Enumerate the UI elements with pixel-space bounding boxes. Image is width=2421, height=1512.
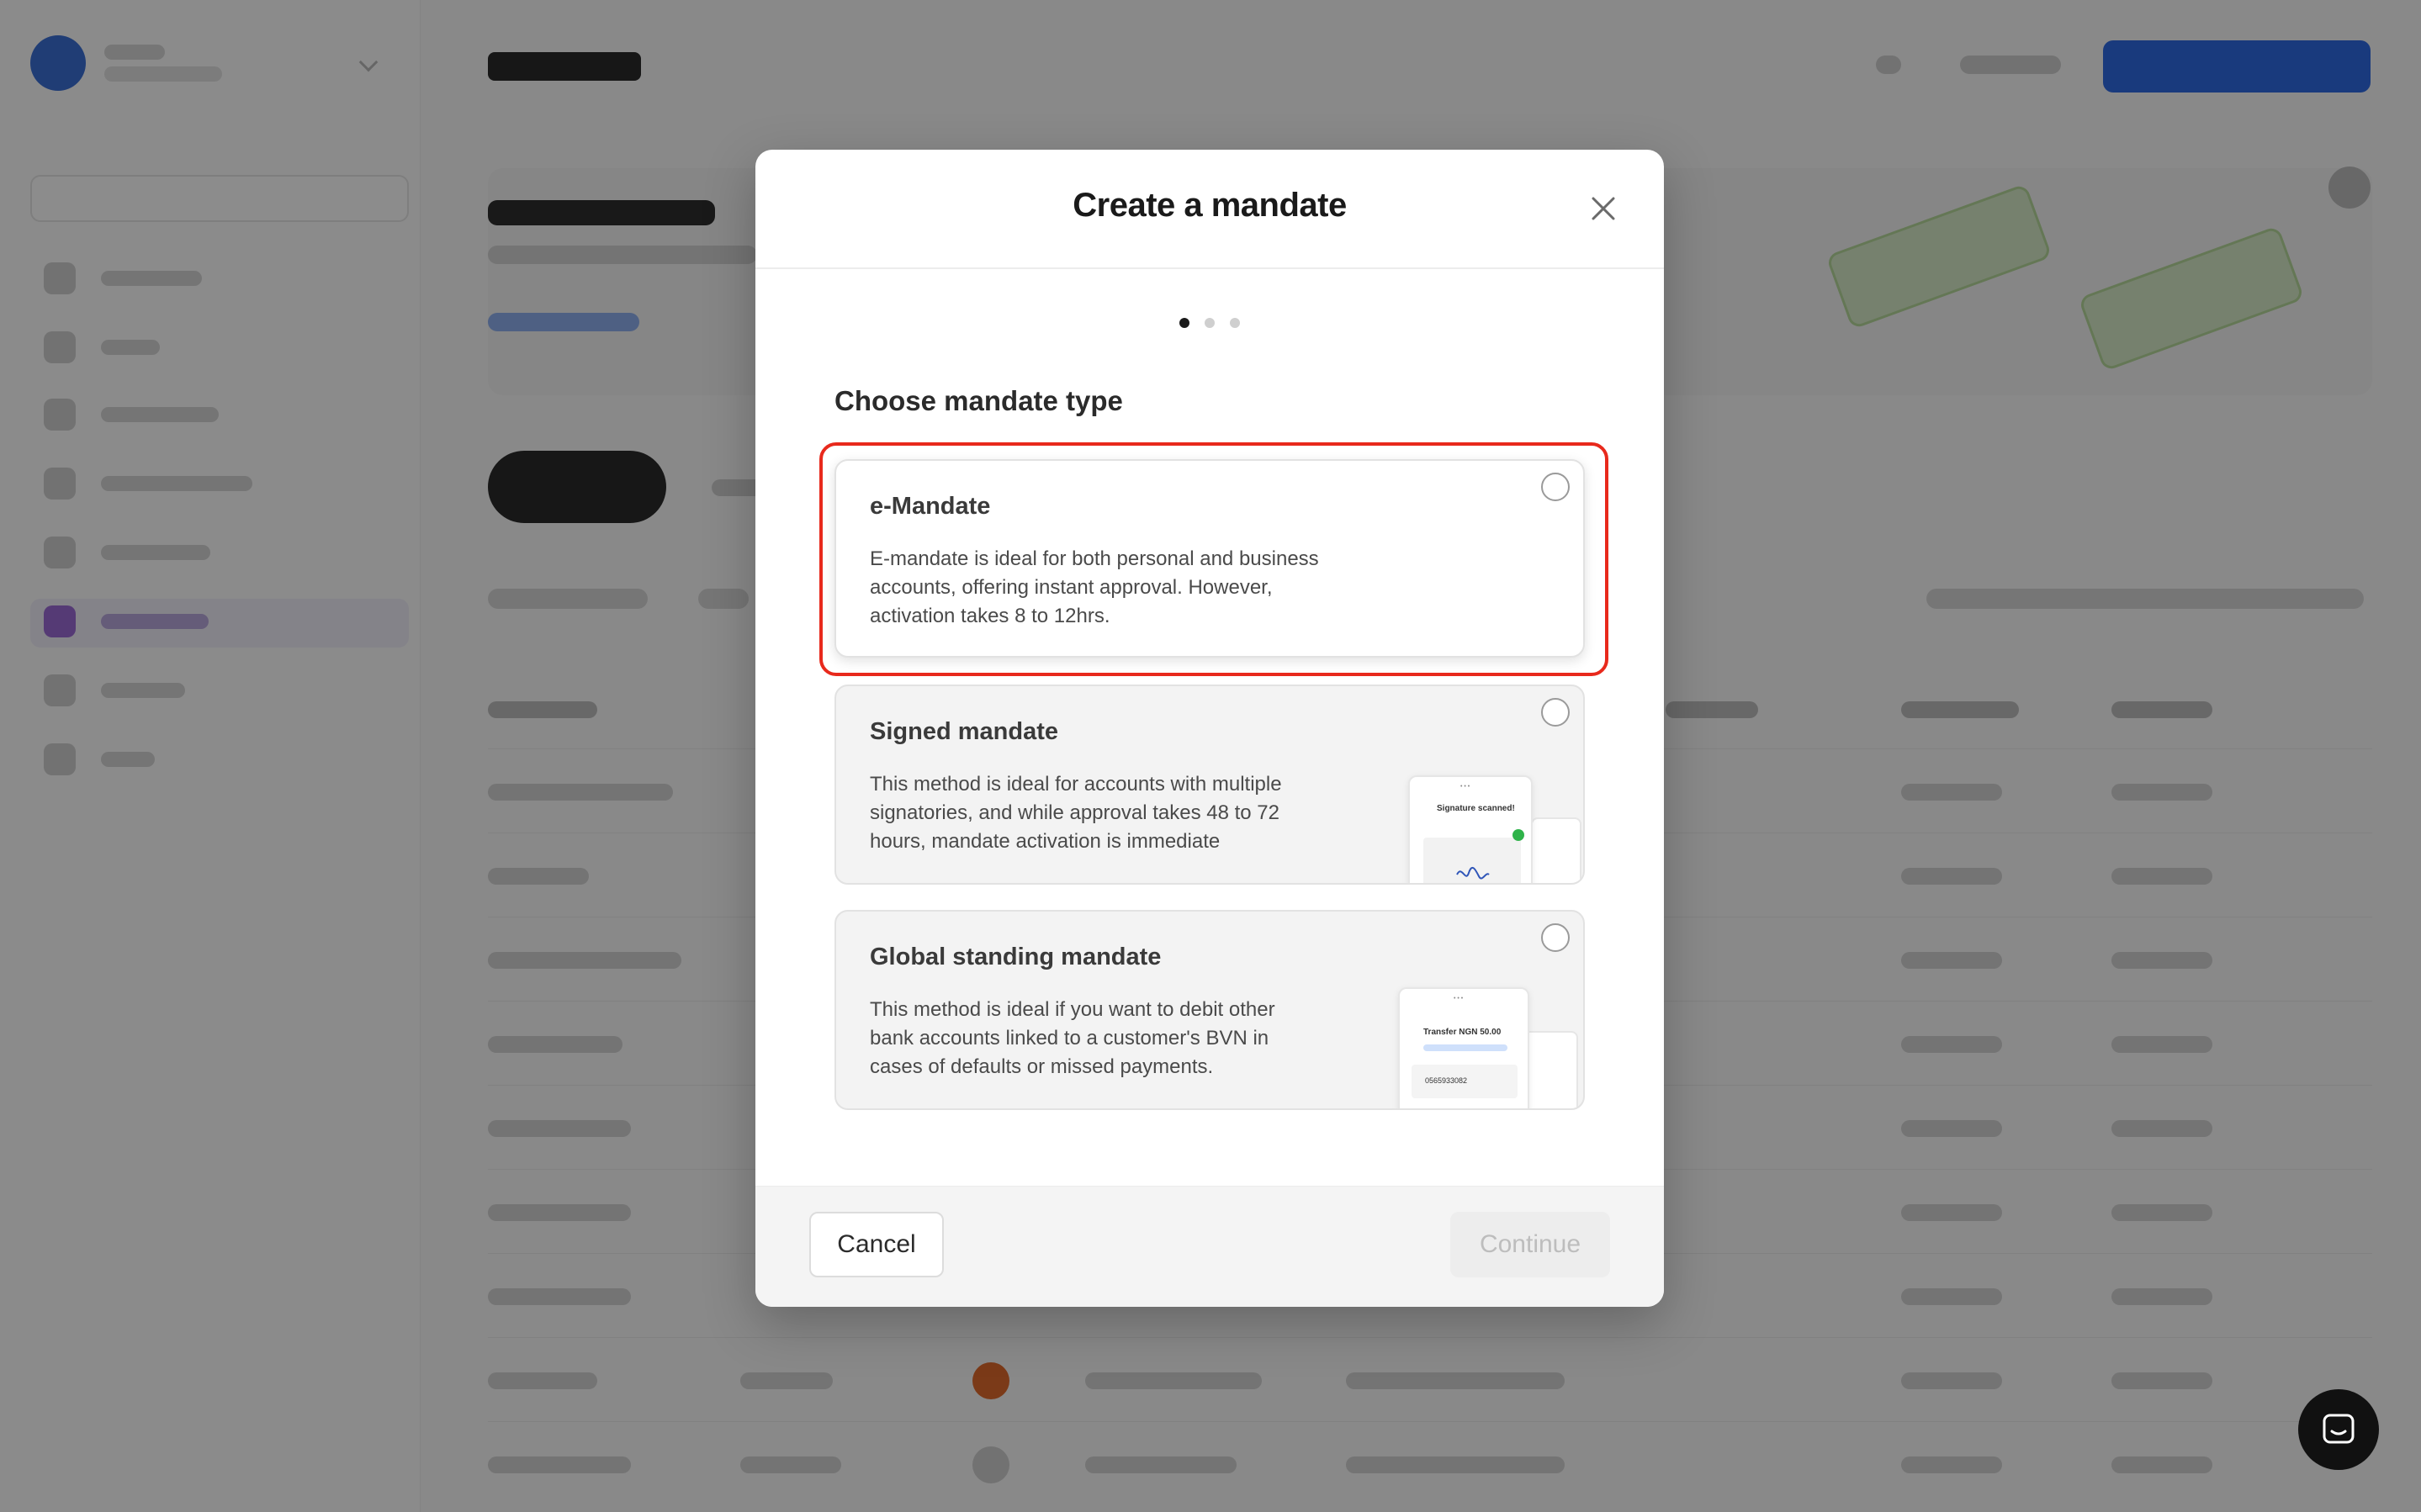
option-title: Signed mandate bbox=[870, 718, 1058, 745]
step-dot-3 bbox=[1230, 318, 1240, 328]
chat-launcher-button[interactable] bbox=[2298, 1389, 2379, 1470]
option-description: This method is ideal for accounts with m… bbox=[870, 773, 1282, 853]
phone-preview-back bbox=[1531, 817, 1581, 883]
continue-button[interactable]: Continue bbox=[1450, 1212, 1610, 1277]
modal-header: Create a mandate bbox=[755, 150, 1664, 269]
chat-icon bbox=[2323, 1414, 2355, 1444]
phone-preview: • • • Transfer NGN 50.00 0565933082 bbox=[1398, 987, 1529, 1108]
create-mandate-modal: Create a mandate Choose mandate type e-M… bbox=[755, 150, 1664, 1307]
cancel-button[interactable]: Cancel bbox=[809, 1212, 944, 1277]
preview-amount: Transfer NGN 50.00 bbox=[1423, 1028, 1502, 1037]
step-indicator bbox=[755, 318, 1664, 328]
modal-footer: Cancel Continue bbox=[755, 1186, 1664, 1307]
phone-preview: • • • Signature scanned! bbox=[1408, 775, 1533, 883]
selection-highlight bbox=[819, 442, 1608, 676]
option-global-standing-mandate[interactable]: Global standing mandate This method is i… bbox=[834, 910, 1585, 1110]
check-icon bbox=[1512, 829, 1524, 841]
close-button[interactable] bbox=[1587, 192, 1620, 225]
step-dot-1 bbox=[1179, 318, 1189, 328]
modal-title: Create a mandate bbox=[1073, 187, 1347, 224]
signature-icon bbox=[1456, 866, 1490, 880]
preview-status: Signature scanned! bbox=[1437, 804, 1515, 813]
option-title: Global standing mandate bbox=[870, 944, 1162, 970]
close-icon bbox=[1592, 197, 1615, 220]
option-description: This method is ideal if you want to debi… bbox=[870, 998, 1275, 1078]
radio-global-standing-mandate[interactable] bbox=[1541, 923, 1570, 952]
preview-account-number: 0565933082 bbox=[1425, 1076, 1468, 1085]
step-dot-2 bbox=[1205, 318, 1215, 328]
radio-signed-mandate[interactable] bbox=[1541, 698, 1570, 727]
section-label: Choose mandate type bbox=[834, 385, 1123, 416]
option-signed-mandate[interactable]: Signed mandate This method is ideal for … bbox=[834, 685, 1585, 885]
